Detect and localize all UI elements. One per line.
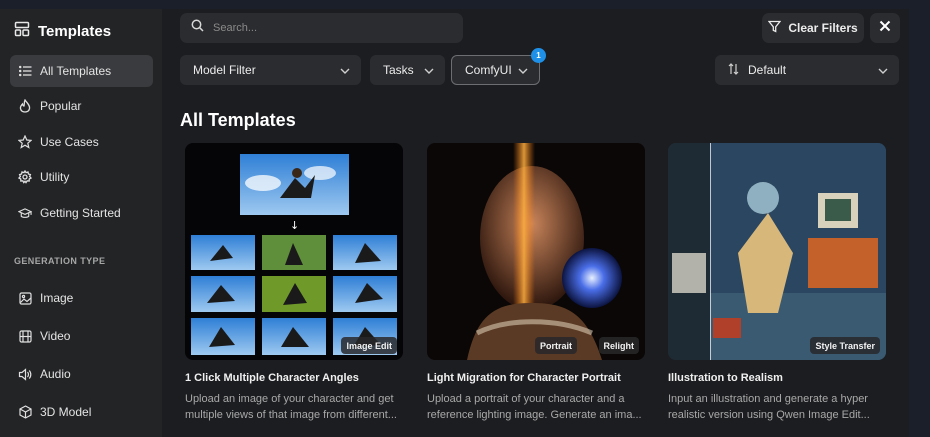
- model-filter-label: Model Filter: [193, 63, 256, 77]
- sidebar-item-label: Utility: [40, 170, 70, 184]
- category-tag: Relight: [598, 337, 639, 354]
- close-button[interactable]: [870, 13, 900, 43]
- star-icon: [18, 135, 32, 149]
- search-bar[interactable]: [180, 13, 463, 43]
- sidebar-item-label: Video: [40, 329, 71, 343]
- templates-icon: [14, 21, 30, 42]
- list-icon: [18, 64, 32, 78]
- portrait-relight-preview: [467, 143, 622, 360]
- template-card[interactable]: ↓ Image Edit 1 Click Multiple Character …: [185, 143, 403, 421]
- category-tag: Style Transfer: [810, 337, 880, 354]
- graduation-cap-icon: [18, 206, 32, 220]
- flame-icon: [18, 99, 32, 113]
- sidebar-title: Templates: [38, 23, 112, 40]
- chevron-down-icon: [424, 63, 434, 77]
- generation-type-heading: GENERATION TYPE: [14, 256, 106, 266]
- card-title: 1 Click Multiple Character Angles: [185, 372, 359, 384]
- sidebar-item-getting-started[interactable]: Getting Started: [10, 197, 153, 229]
- sidebar-header: Templates: [14, 21, 111, 42]
- main-panel: Clear Filters Model Filter Tasks ComfyUI…: [162, 9, 909, 437]
- card-title: Illustration to Realism: [668, 372, 783, 384]
- sidebar-item-video[interactable]: Video: [10, 320, 153, 352]
- search-input[interactable]: [213, 22, 443, 34]
- sidebar-item-label: 3D Model: [40, 405, 92, 419]
- comfyui-dropdown[interactable]: ComfyUI 1: [451, 48, 546, 85]
- image-icon: [18, 291, 32, 305]
- comparison-divider: [710, 143, 711, 360]
- chevron-down-icon: [518, 63, 528, 77]
- illustration-to-realism-preview: [668, 143, 886, 360]
- sort-value: Default: [728, 62, 787, 78]
- template-card[interactable]: Portrait Relight Light Migration for Cha…: [427, 143, 645, 421]
- card-title: Light Migration for Character Portrait: [427, 372, 621, 384]
- filter-count-badge: 1: [531, 48, 546, 63]
- sidebar-item-label: Use Cases: [40, 135, 99, 149]
- sidebar-item-use-cases[interactable]: Use Cases: [10, 126, 153, 158]
- search-icon: [191, 19, 204, 37]
- sidebar-item-label: Popular: [40, 99, 82, 113]
- filter-icon: [767, 20, 782, 36]
- card-thumbnail[interactable]: ↓ Image Edit: [185, 143, 403, 360]
- film-icon: [18, 329, 32, 343]
- sidebar-item-utility[interactable]: Utility: [10, 161, 153, 193]
- sidebar-item-label: Image: [40, 291, 74, 305]
- cube-icon: [18, 405, 32, 419]
- svg-text:↓: ↓: [290, 219, 299, 232]
- sidebar-item-image[interactable]: Image: [10, 282, 153, 314]
- sidebar-item-label: All Templates: [40, 64, 112, 78]
- tasks-dropdown[interactable]: Tasks: [370, 55, 445, 85]
- sidebar-item-label: Audio: [40, 367, 71, 381]
- card-thumbnail[interactable]: Portrait Relight: [427, 143, 645, 360]
- template-card[interactable]: Style Transfer Illustration to Realism I…: [668, 143, 886, 421]
- speaker-icon: [18, 367, 32, 381]
- sidebar-item-all-templates[interactable]: All Templates: [10, 55, 153, 87]
- card-thumbnail[interactable]: Style Transfer: [668, 143, 886, 360]
- sidebar-item-label: Getting Started: [40, 206, 121, 220]
- templates-dialog: Templates All Templates Popular Use Case…: [0, 9, 909, 437]
- sidebar-item-popular[interactable]: Popular: [10, 90, 153, 122]
- model-filter-dropdown[interactable]: Model Filter: [180, 55, 361, 85]
- sort-icon: [728, 62, 739, 78]
- category-tag: Image Edit: [341, 337, 397, 354]
- comfyui-label: ComfyUI: [465, 63, 512, 77]
- clear-filters-button[interactable]: Clear Filters: [762, 13, 864, 43]
- sidebar-item-audio[interactable]: Audio: [10, 358, 153, 390]
- sort-dropdown[interactable]: Default: [715, 55, 899, 85]
- page-title: All Templates: [180, 110, 296, 130]
- sidebar: Templates All Templates Popular Use Case…: [0, 9, 162, 437]
- card-description: Upload an image of your character and ge…: [185, 393, 397, 421]
- card-description: Upload a portrait of your character and …: [427, 393, 642, 421]
- close-icon: [879, 19, 891, 37]
- gear-icon: [18, 170, 32, 184]
- clear-filters-label: Clear Filters: [788, 21, 858, 35]
- sidebar-item-3d-model[interactable]: 3D Model: [10, 396, 153, 428]
- sort-label: Default: [748, 63, 787, 77]
- character-angles-preview: ↓: [191, 154, 397, 355]
- chevron-down-icon: [878, 63, 888, 77]
- card-description: Input an illustration and generate a hyp…: [668, 393, 870, 421]
- category-tag: Portrait: [534, 337, 577, 354]
- tasks-label: Tasks: [383, 63, 414, 77]
- chevron-down-icon: [340, 63, 350, 77]
